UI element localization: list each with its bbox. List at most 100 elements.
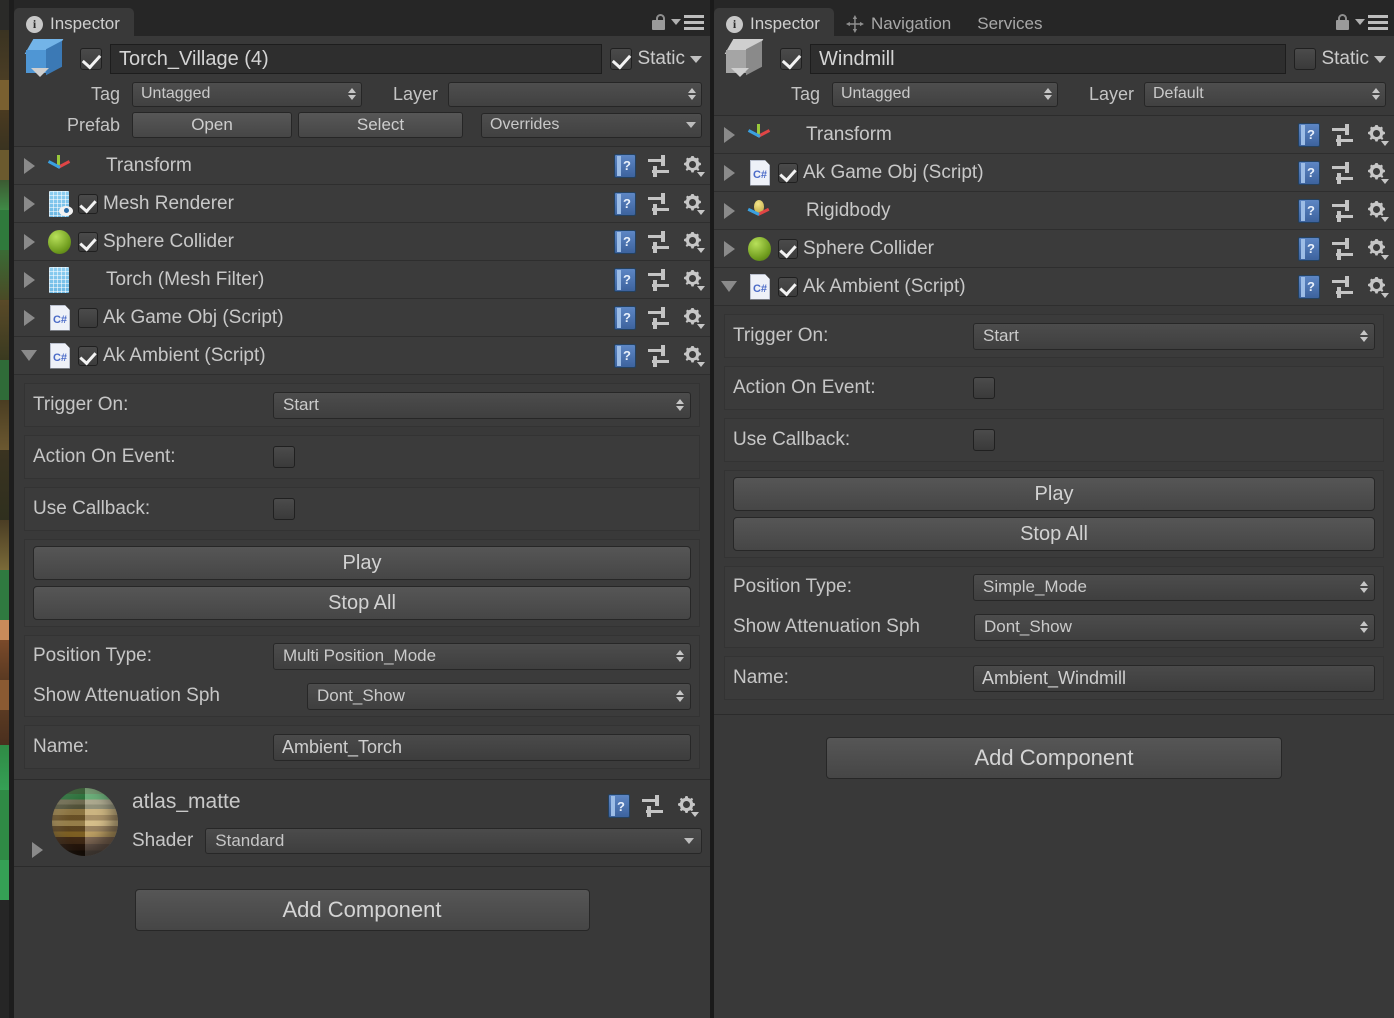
foldout-icon[interactable] [14,195,44,212]
tab-services[interactable]: Services [965,8,1056,40]
gear-icon[interactable] [682,269,705,291]
help-icon[interactable]: ? [1298,160,1320,185]
component-row-ak-ambient[interactable]: C# Ak Ambient (Script) ? [14,337,710,375]
prefab-open-button[interactable]: Open [132,112,292,138]
position-type-dropdown[interactable]: Multi Position_Mode [273,642,691,670]
component-enabled-checkbox[interactable] [78,307,98,328]
gear-icon[interactable] [682,155,705,177]
ambient-name-field[interactable]: Ambient_Torch [273,733,691,761]
panel-menu-icon[interactable] [671,14,704,30]
action-on-event-checkbox[interactable] [973,377,995,399]
component-enabled-checkbox[interactable] [78,193,98,214]
preset-icon[interactable] [1332,199,1354,222]
help-icon[interactable]: ? [614,305,636,330]
gear-icon[interactable] [1366,238,1389,260]
tab-navigation[interactable]: Navigation [834,8,965,40]
preset-icon[interactable] [648,154,670,177]
layer-dropdown[interactable] [448,81,702,107]
action-on-event-checkbox[interactable] [273,446,295,468]
foldout-icon[interactable] [14,271,44,288]
show-attenuation-dropdown[interactable]: Dont_Show [307,682,691,710]
help-icon[interactable]: ? [614,153,636,178]
tab-inspector-right[interactable]: i Inspector [714,8,834,40]
component-row-ak-game-obj[interactable]: C# Ak Game Obj (Script) ? [714,154,1394,192]
preset-icon[interactable] [1332,161,1354,184]
material-foldout-icon[interactable] [32,842,43,858]
stop-all-button[interactable]: Stop All [733,517,1375,551]
gameobject-name-field[interactable]: Windmill [810,44,1287,74]
gear-icon[interactable] [1366,162,1389,184]
add-component-button[interactable]: Add Component [826,737,1282,779]
help-icon[interactable]: ? [614,229,636,254]
component-row-transform[interactable]: Transform ? [14,147,710,185]
component-enabled-checkbox[interactable] [778,276,798,297]
static-checkbox[interactable] [1294,48,1317,70]
foldout-icon[interactable] [14,309,44,326]
show-attenuation-dropdown[interactable]: Dont_Show [974,613,1375,641]
shader-dropdown[interactable]: Standard [205,828,702,854]
trigger-on-dropdown[interactable]: Start [973,322,1375,350]
component-enabled-checkbox[interactable] [78,345,98,366]
component-enabled-checkbox[interactable] [778,238,798,259]
help-icon[interactable]: ? [1298,274,1320,299]
foldout-icon[interactable] [714,240,744,257]
foldout-icon[interactable] [14,233,44,250]
help-icon[interactable]: ? [608,794,630,818]
add-component-button[interactable]: Add Component [134,889,590,931]
component-enabled-checkbox[interactable] [78,231,98,252]
preset-icon[interactable] [1332,123,1354,146]
static-checkbox[interactable] [610,48,633,70]
prefab-select-button[interactable]: Select [298,112,463,138]
foldout-icon[interactable] [714,126,744,143]
layer-dropdown[interactable]: Default [1144,81,1386,107]
gameobject-enabled-checkbox[interactable] [780,48,802,70]
help-icon[interactable]: ? [1298,122,1320,147]
component-row-transform[interactable]: Transform ? [714,116,1394,154]
gameobject-cube-icon[interactable] [722,37,772,81]
component-row-mesh-renderer[interactable]: Mesh Renderer ? [14,185,710,223]
gear-icon[interactable] [1366,200,1389,222]
gear-icon[interactable] [682,193,705,215]
play-button[interactable]: Play [33,546,691,580]
component-row-ak-game-obj[interactable]: C# Ak Game Obj (Script) ? [14,299,710,337]
help-icon[interactable]: ? [614,267,636,292]
lock-open-icon[interactable] [651,14,666,30]
panel-menu-icon[interactable] [1355,14,1388,30]
preset-icon[interactable] [648,344,670,367]
preset-icon[interactable] [1332,237,1354,260]
foldout-icon[interactable] [14,350,44,361]
use-callback-checkbox[interactable] [973,429,995,451]
lock-closed-icon[interactable] [1335,14,1350,30]
static-dropdown-icon[interactable] [1374,55,1386,63]
gear-icon[interactable] [1366,276,1389,298]
gear-icon[interactable] [682,307,705,329]
gameobject-name-field[interactable]: Torch_Village (4) [110,44,603,74]
gameobject-enabled-checkbox[interactable] [80,48,102,70]
preset-icon[interactable] [648,230,670,253]
prefab-cube-icon[interactable] [22,37,72,81]
foldout-icon[interactable] [714,281,744,292]
help-icon[interactable]: ? [1298,198,1320,223]
gear-icon[interactable] [1366,124,1389,146]
component-enabled-checkbox[interactable] [778,162,798,183]
trigger-on-dropdown[interactable]: Start [273,391,691,419]
prefab-overrides-dropdown[interactable]: Overrides [481,112,702,138]
tag-dropdown[interactable]: Untagged [832,81,1058,107]
tag-dropdown[interactable]: Untagged [132,81,362,107]
ambient-name-field[interactable]: Ambient_Windmill [973,664,1375,692]
play-button[interactable]: Play [733,477,1375,511]
component-row-mesh-filter[interactable]: Torch (Mesh Filter) ? [14,261,710,299]
position-type-dropdown[interactable]: Simple_Mode [973,573,1375,601]
component-row-rigidbody[interactable]: Rigidbody ? [714,192,1394,230]
preset-icon[interactable] [1332,275,1354,298]
help-icon[interactable]: ? [614,343,636,368]
component-row-sphere-collider[interactable]: Sphere Collider ? [14,223,710,261]
help-icon[interactable]: ? [614,191,636,216]
preset-icon[interactable] [648,306,670,329]
gear-icon[interactable] [682,345,705,367]
foldout-icon[interactable] [714,202,744,219]
component-row-sphere-collider[interactable]: Sphere Collider ? [714,230,1394,268]
foldout-icon[interactable] [714,164,744,181]
tab-inspector-left[interactable]: i Inspector [14,8,134,40]
stop-all-button[interactable]: Stop All [33,586,691,620]
